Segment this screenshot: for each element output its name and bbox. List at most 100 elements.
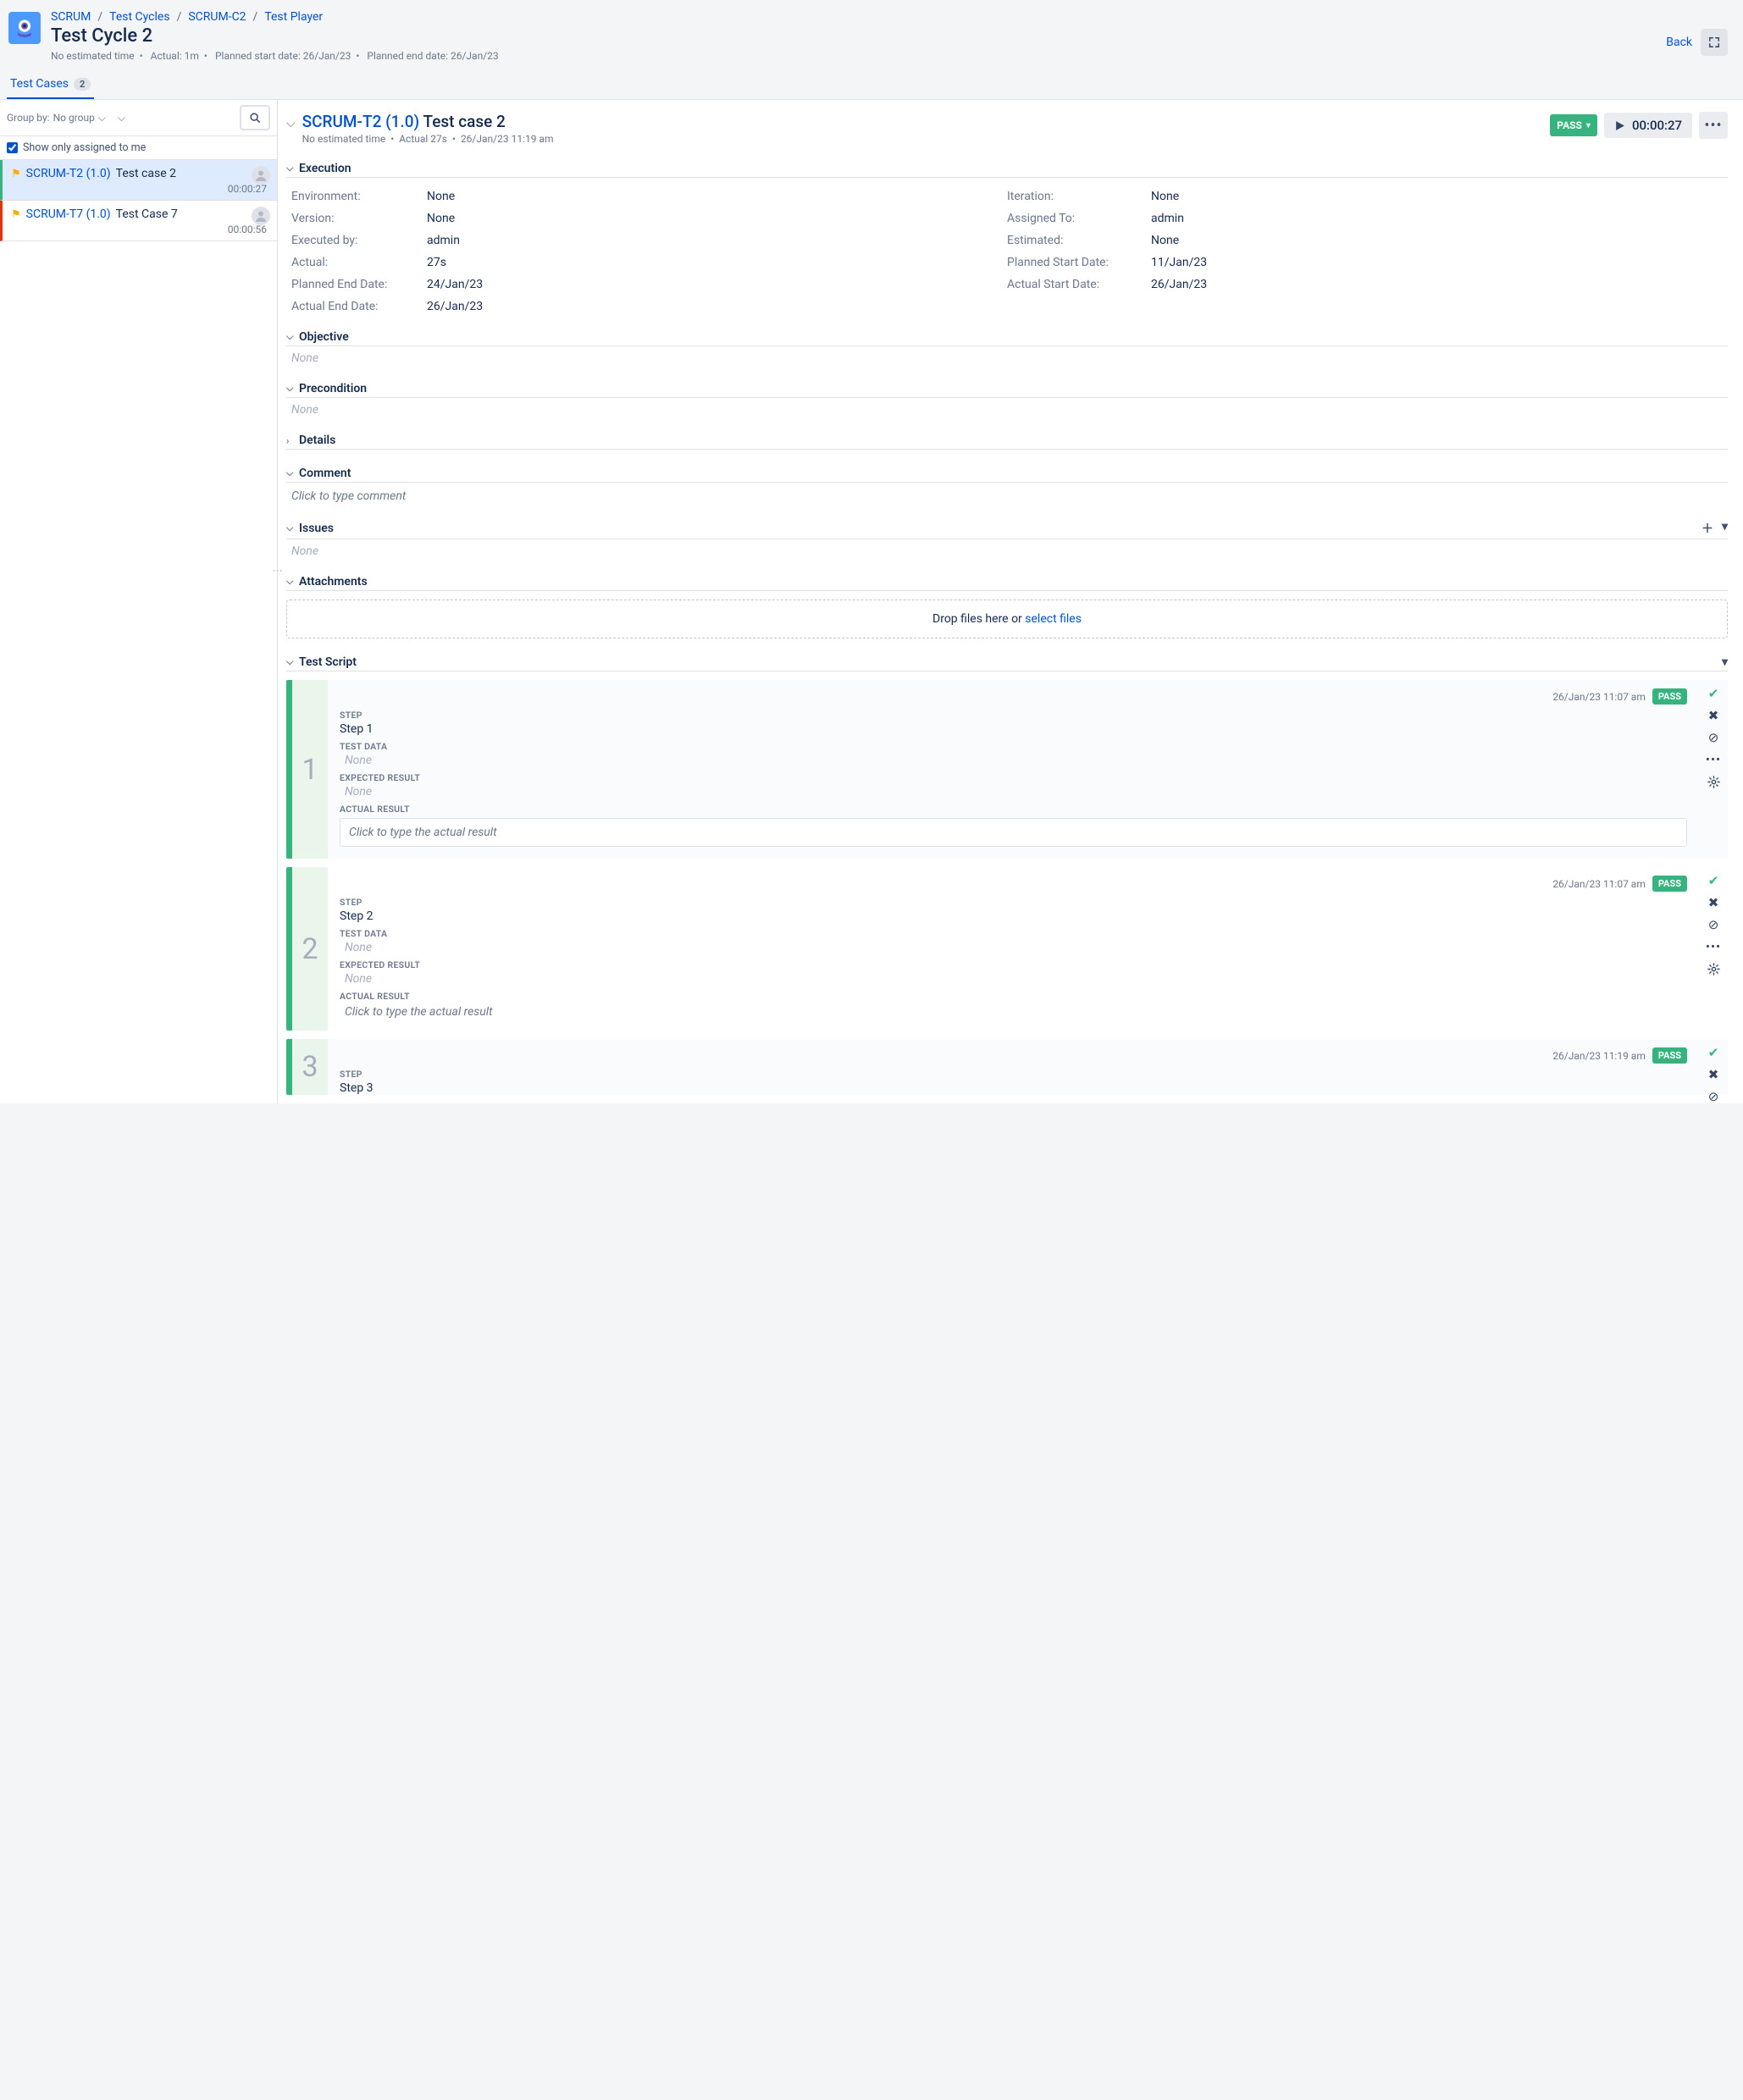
section-objective[interactable]: ⌵ Objective <box>286 330 1728 346</box>
chevron-right-icon: › <box>286 435 296 446</box>
step-label: STEP <box>340 1069 1687 1080</box>
pass-icon[interactable]: ✔ <box>1707 874 1720 887</box>
section-issues[interactable]: ⌵ Issues ＋ ▾ <box>286 520 1728 539</box>
test-case-item[interactable]: ⚑ SCRUM-T2 (1.0) Test case 2 00:00:27 <box>0 160 277 201</box>
chevron-down-icon: ⌵ <box>286 656 296 668</box>
add-issue-button[interactable]: ＋ <box>1702 520 1713 537</box>
actual-label: ACTUAL RESULT <box>340 804 1687 815</box>
breadcrumb-item[interactable]: SCRUM-C2 <box>188 10 246 24</box>
step-timestamp: 26/Jan/23 11:07 am <box>1552 691 1646 703</box>
pass-icon[interactable]: ✔ <box>1707 687 1720 700</box>
breadcrumb-item[interactable]: Test Cycles <box>109 10 169 24</box>
actual-label: ACTUAL RESULT <box>340 991 1687 1002</box>
more-menu-button[interactable]: ••• <box>1699 112 1728 139</box>
group-by-dropdown[interactable]: Group by: No group ⌵ ⌵ <box>7 112 125 124</box>
test-data-label: TEST DATA <box>340 928 1687 939</box>
app-icon <box>8 12 41 44</box>
breadcrumb: SCRUM/ Test Cycles/ SCRUM-C2/ Test Playe… <box>51 10 1656 24</box>
test-case-key: SCRUM-T2 (1.0) <box>26 167 111 180</box>
expected-label: EXPECTED RESULT <box>340 959 1687 970</box>
block-icon[interactable]: ⊘ <box>1707 731 1720 744</box>
tab-test-cases[interactable]: Test Cases 2 <box>7 70 94 99</box>
issue-menu-button[interactable]: ▾ <box>1722 520 1728 537</box>
expected-label: EXPECTED RESULT <box>340 772 1687 783</box>
assignee-avatar <box>252 207 270 225</box>
fail-icon[interactable]: ✖ <box>1707 709 1720 722</box>
step-status-badge[interactable]: PASS <box>1652 688 1687 705</box>
back-link[interactable]: Back <box>1666 36 1692 49</box>
chevron-down-icon: ⌵ <box>118 112 125 124</box>
objective-value: None <box>286 346 1728 365</box>
step-actions: ✔ ✖ ⊘ <box>1699 1039 1728 1095</box>
expand-button[interactable] <box>1701 29 1728 56</box>
case-meta: No estimated time • Actual 27s • 26/Jan/… <box>302 133 1544 145</box>
comment-input[interactable]: Click to type comment <box>286 483 1728 503</box>
section-execution[interactable]: ⌵ Execution <box>286 162 1728 178</box>
test-step: 1 26/Jan/23 11:07 am PASS STEP Step 1 TE… <box>286 680 1728 859</box>
breadcrumb-item[interactable]: Test Player <box>264 10 323 24</box>
test-data-value: None <box>345 754 1687 767</box>
main-panel: ⋮ ⌵ SCRUM-T2 (1.0) Test case 2 No estima… <box>278 100 1743 1103</box>
gear-icon[interactable] <box>1707 962 1720 975</box>
fail-icon[interactable]: ✖ <box>1707 1068 1720 1081</box>
section-attachments[interactable]: ⌵ Attachments <box>286 575 1728 591</box>
select-files-link[interactable]: select files <box>1025 612 1082 626</box>
step-label: STEP <box>340 710 1687 721</box>
page-title: Test Cycle 2 <box>51 25 1656 47</box>
test-case-name: Test case 2 <box>116 167 176 180</box>
chevron-down-icon: ⌵ <box>286 522 296 534</box>
section-test-script[interactable]: ⌵ Test Script ▾ <box>286 655 1728 671</box>
section-precondition[interactable]: ⌵ Precondition <box>286 382 1728 398</box>
test-step: 3 26/Jan/23 11:19 am PASS STEP Step 3 ✔ … <box>286 1039 1728 1095</box>
assignee-avatar <box>252 166 270 185</box>
resize-handle[interactable]: ⋮ <box>272 566 284 576</box>
expected-value: None <box>345 785 1687 799</box>
fail-icon[interactable]: ✖ <box>1707 896 1720 909</box>
actual-result-input[interactable]: Click to type the actual result <box>345 1005 1687 1019</box>
section-details[interactable]: › Details <box>286 434 1728 450</box>
step-number: 1 <box>292 680 328 859</box>
step-number: 3 <box>292 1039 328 1095</box>
test-case-timer: 00:00:56 <box>11 224 268 235</box>
test-data-value: None <box>345 941 1687 954</box>
script-menu-button[interactable]: ▾ <box>1722 655 1728 669</box>
page-header: SCRUM/ Test Cycles/ SCRUM-C2/ Test Playe… <box>0 0 1743 70</box>
section-comment[interactable]: ⌵ Comment <box>286 467 1728 483</box>
chevron-down-icon: ⌵ <box>286 163 296 174</box>
actual-result-input[interactable]: Click to type the actual result <box>340 818 1687 847</box>
more-icon[interactable]: ••• <box>1707 940 1720 953</box>
test-data-label: TEST DATA <box>340 741 1687 752</box>
pass-icon[interactable]: ✔ <box>1707 1046 1720 1059</box>
chevron-down-icon: ⌵ <box>286 383 296 395</box>
gear-icon[interactable] <box>1707 775 1720 788</box>
expand-icon <box>1708 36 1720 48</box>
chevron-down-icon: ⌵ <box>286 576 296 588</box>
block-icon[interactable]: ⊘ <box>1707 918 1720 931</box>
play-icon <box>1614 120 1625 131</box>
timer-button[interactable]: 00:00:27 <box>1604 113 1692 138</box>
flag-icon: ⚑ <box>11 208 21 221</box>
attachment-dropzone[interactable]: Drop files here or select files <box>286 600 1728 638</box>
expected-value: None <box>345 972 1687 986</box>
more-icon[interactable]: ••• <box>1707 753 1720 766</box>
block-icon[interactable]: ⊘ <box>1707 1090 1720 1103</box>
test-step: 2 26/Jan/23 11:07 am PASS STEP Step 2 TE… <box>286 867 1728 1031</box>
step-name: Step 3 <box>340 1081 1687 1095</box>
breadcrumb-item[interactable]: SCRUM <box>51 10 91 24</box>
step-status-badge[interactable]: PASS <box>1652 876 1687 892</box>
issues-value: None <box>286 539 1728 558</box>
status-dropdown[interactable]: PASS▾ <box>1550 114 1597 136</box>
chevron-down-icon: ▾ <box>1586 121 1591 130</box>
step-timestamp: 26/Jan/23 11:07 am <box>1552 878 1646 890</box>
test-case-item[interactable]: ⚑ SCRUM-T7 (1.0) Test Case 7 00:00:56 <box>0 201 277 241</box>
assigned-to-me-checkbox[interactable] <box>7 142 18 153</box>
step-status-badge[interactable]: PASS <box>1652 1047 1687 1064</box>
sidebar: Group by: No group ⌵ ⌵ Show only assigne… <box>0 100 278 1103</box>
collapse-toggle[interactable]: ⌵ <box>286 112 296 130</box>
step-name: Step 1 <box>340 722 1687 736</box>
search-icon <box>249 112 261 124</box>
chevron-down-icon: ⌵ <box>286 467 296 479</box>
step-actions: ✔ ✖ ⊘ ••• <box>1699 680 1728 859</box>
search-button[interactable] <box>240 105 270 130</box>
step-timestamp: 26/Jan/23 11:19 am <box>1552 1050 1646 1062</box>
